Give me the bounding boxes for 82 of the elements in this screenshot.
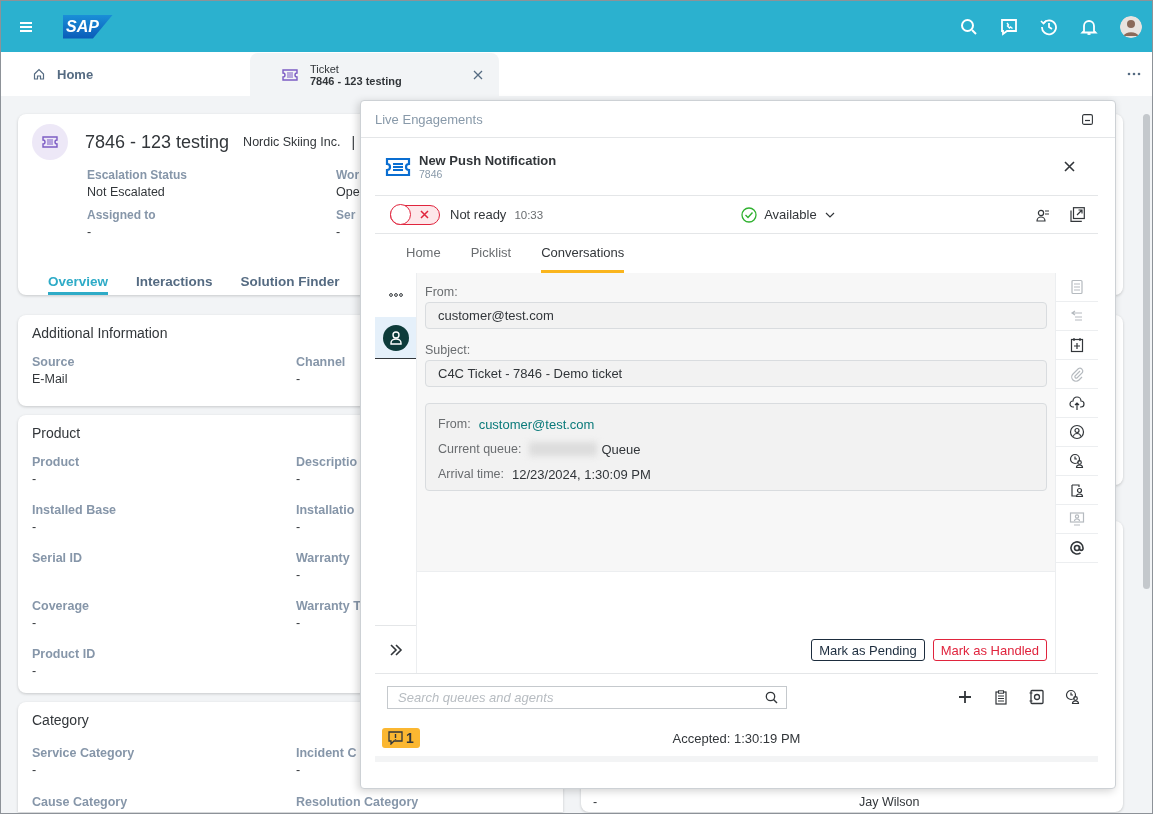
account-name[interactable]: Nordic Skiing Inc.	[243, 135, 341, 149]
section-title: Category	[32, 712, 89, 728]
panel-tab[interactable]: Home	[391, 234, 456, 273]
field-value: -	[296, 763, 301, 777]
search-field[interactable]: Search queues and agents	[387, 685, 787, 709]
field-value: -	[296, 520, 301, 534]
field-label: Escalation Status	[87, 168, 188, 182]
ready-toggle[interactable]	[390, 204, 440, 225]
field-value: -	[32, 472, 37, 486]
panel-title: Live Engagements	[375, 111, 484, 127]
accepted-time: Accepted: 1:30:19 PM	[672, 730, 801, 746]
field-value: -	[296, 472, 301, 486]
field-value: -	[296, 568, 301, 582]
field-label: Assigned to	[87, 208, 156, 222]
detail-label: Current queue:	[438, 442, 522, 456]
field-label: Cause Category	[32, 795, 128, 809]
field-value: Not Escalated	[87, 185, 165, 199]
field-value: -	[32, 520, 37, 534]
field-label: Warranty	[296, 551, 350, 565]
conversation-item[interactable]	[375, 317, 416, 359]
field-value: E-Mail	[32, 372, 68, 386]
detail-label: From:	[438, 417, 471, 431]
field-label: Ser	[336, 208, 356, 222]
field-value: -	[593, 795, 599, 809]
handled-button[interactable]: Mark as Handled	[932, 639, 1047, 661]
pending-button[interactable]: Mark as Pending	[811, 639, 925, 661]
section-title: Additional Information	[32, 325, 168, 341]
field-label: Product ID	[32, 647, 96, 661]
ticket-avatar	[32, 124, 68, 160]
field-label: Serial ID	[32, 551, 83, 565]
minimize-icon[interactable]	[1079, 111, 1095, 127]
field-label: Service Category	[32, 746, 135, 760]
field-value: -	[296, 372, 301, 386]
ticket-icon	[282, 68, 298, 81]
field-value: -	[296, 616, 301, 630]
email-link[interactable]: customer@test.com	[478, 416, 595, 432]
field-label: Installed Base	[32, 503, 117, 517]
field-label: Descriptio	[296, 455, 358, 469]
detail-value: 12/23/2024, 1:30:09 PM	[512, 466, 651, 482]
field-value: -	[336, 225, 341, 239]
section-tab[interactable]: Interactions	[136, 274, 213, 295]
field-label: Coverage	[32, 599, 89, 613]
alert-badge[interactable]: 1	[382, 728, 420, 748]
section-title: Product	[32, 425, 81, 441]
field-value: -	[32, 664, 37, 678]
notification-title: New Push Notification	[419, 153, 557, 168]
home-icon	[33, 68, 45, 80]
subject-label: Subject:	[425, 343, 472, 357]
from-label: From:	[425, 285, 459, 299]
field-label: Wor	[336, 168, 360, 182]
check-circle-icon	[741, 206, 758, 223]
detail-value: Queue	[601, 441, 641, 457]
search-icon[interactable]	[765, 690, 778, 704]
status-label: Not ready	[450, 207, 507, 222]
field-label: Channel	[296, 355, 346, 369]
ticket-icon	[385, 156, 411, 177]
page-tab[interactable]: Ticket 7846 - 123 testing	[250, 53, 499, 96]
field-value: Ope	[336, 185, 360, 199]
field-label: Source	[32, 355, 75, 369]
panel-tab[interactable]: Picklist	[455, 234, 527, 273]
separator: |	[351, 134, 355, 150]
field-value: -	[32, 763, 37, 777]
field-label: Warranty T	[296, 599, 361, 613]
detail-label: Arrival time:	[438, 467, 504, 481]
cross-icon	[420, 210, 429, 219]
subject-field: C4C Ticket - 7846 - Demo ticket	[425, 360, 1047, 387]
status-timer: 10:33	[514, 208, 544, 221]
notification-id: 7846	[419, 168, 444, 180]
from-field: customer@test.com	[425, 302, 1047, 329]
ticket-title: 7846 - 123 testing	[85, 131, 230, 153]
field-label: Product	[32, 455, 80, 469]
section-tab[interactable]: Solution Finder	[240, 274, 340, 295]
field-label: Resolution Category	[296, 795, 419, 809]
user-avatar[interactable]	[1120, 15, 1142, 38]
field-value: -	[87, 225, 92, 239]
logo[interactable]: SAP	[63, 14, 113, 39]
field-label: Incident C	[296, 746, 357, 760]
field-value: -	[32, 616, 37, 630]
chevron-down-icon	[824, 211, 835, 218]
availability-dropdown[interactable]: Available	[764, 207, 835, 222]
field-value: Jay Wilson	[859, 795, 920, 809]
field-label: Installatio	[296, 503, 355, 517]
